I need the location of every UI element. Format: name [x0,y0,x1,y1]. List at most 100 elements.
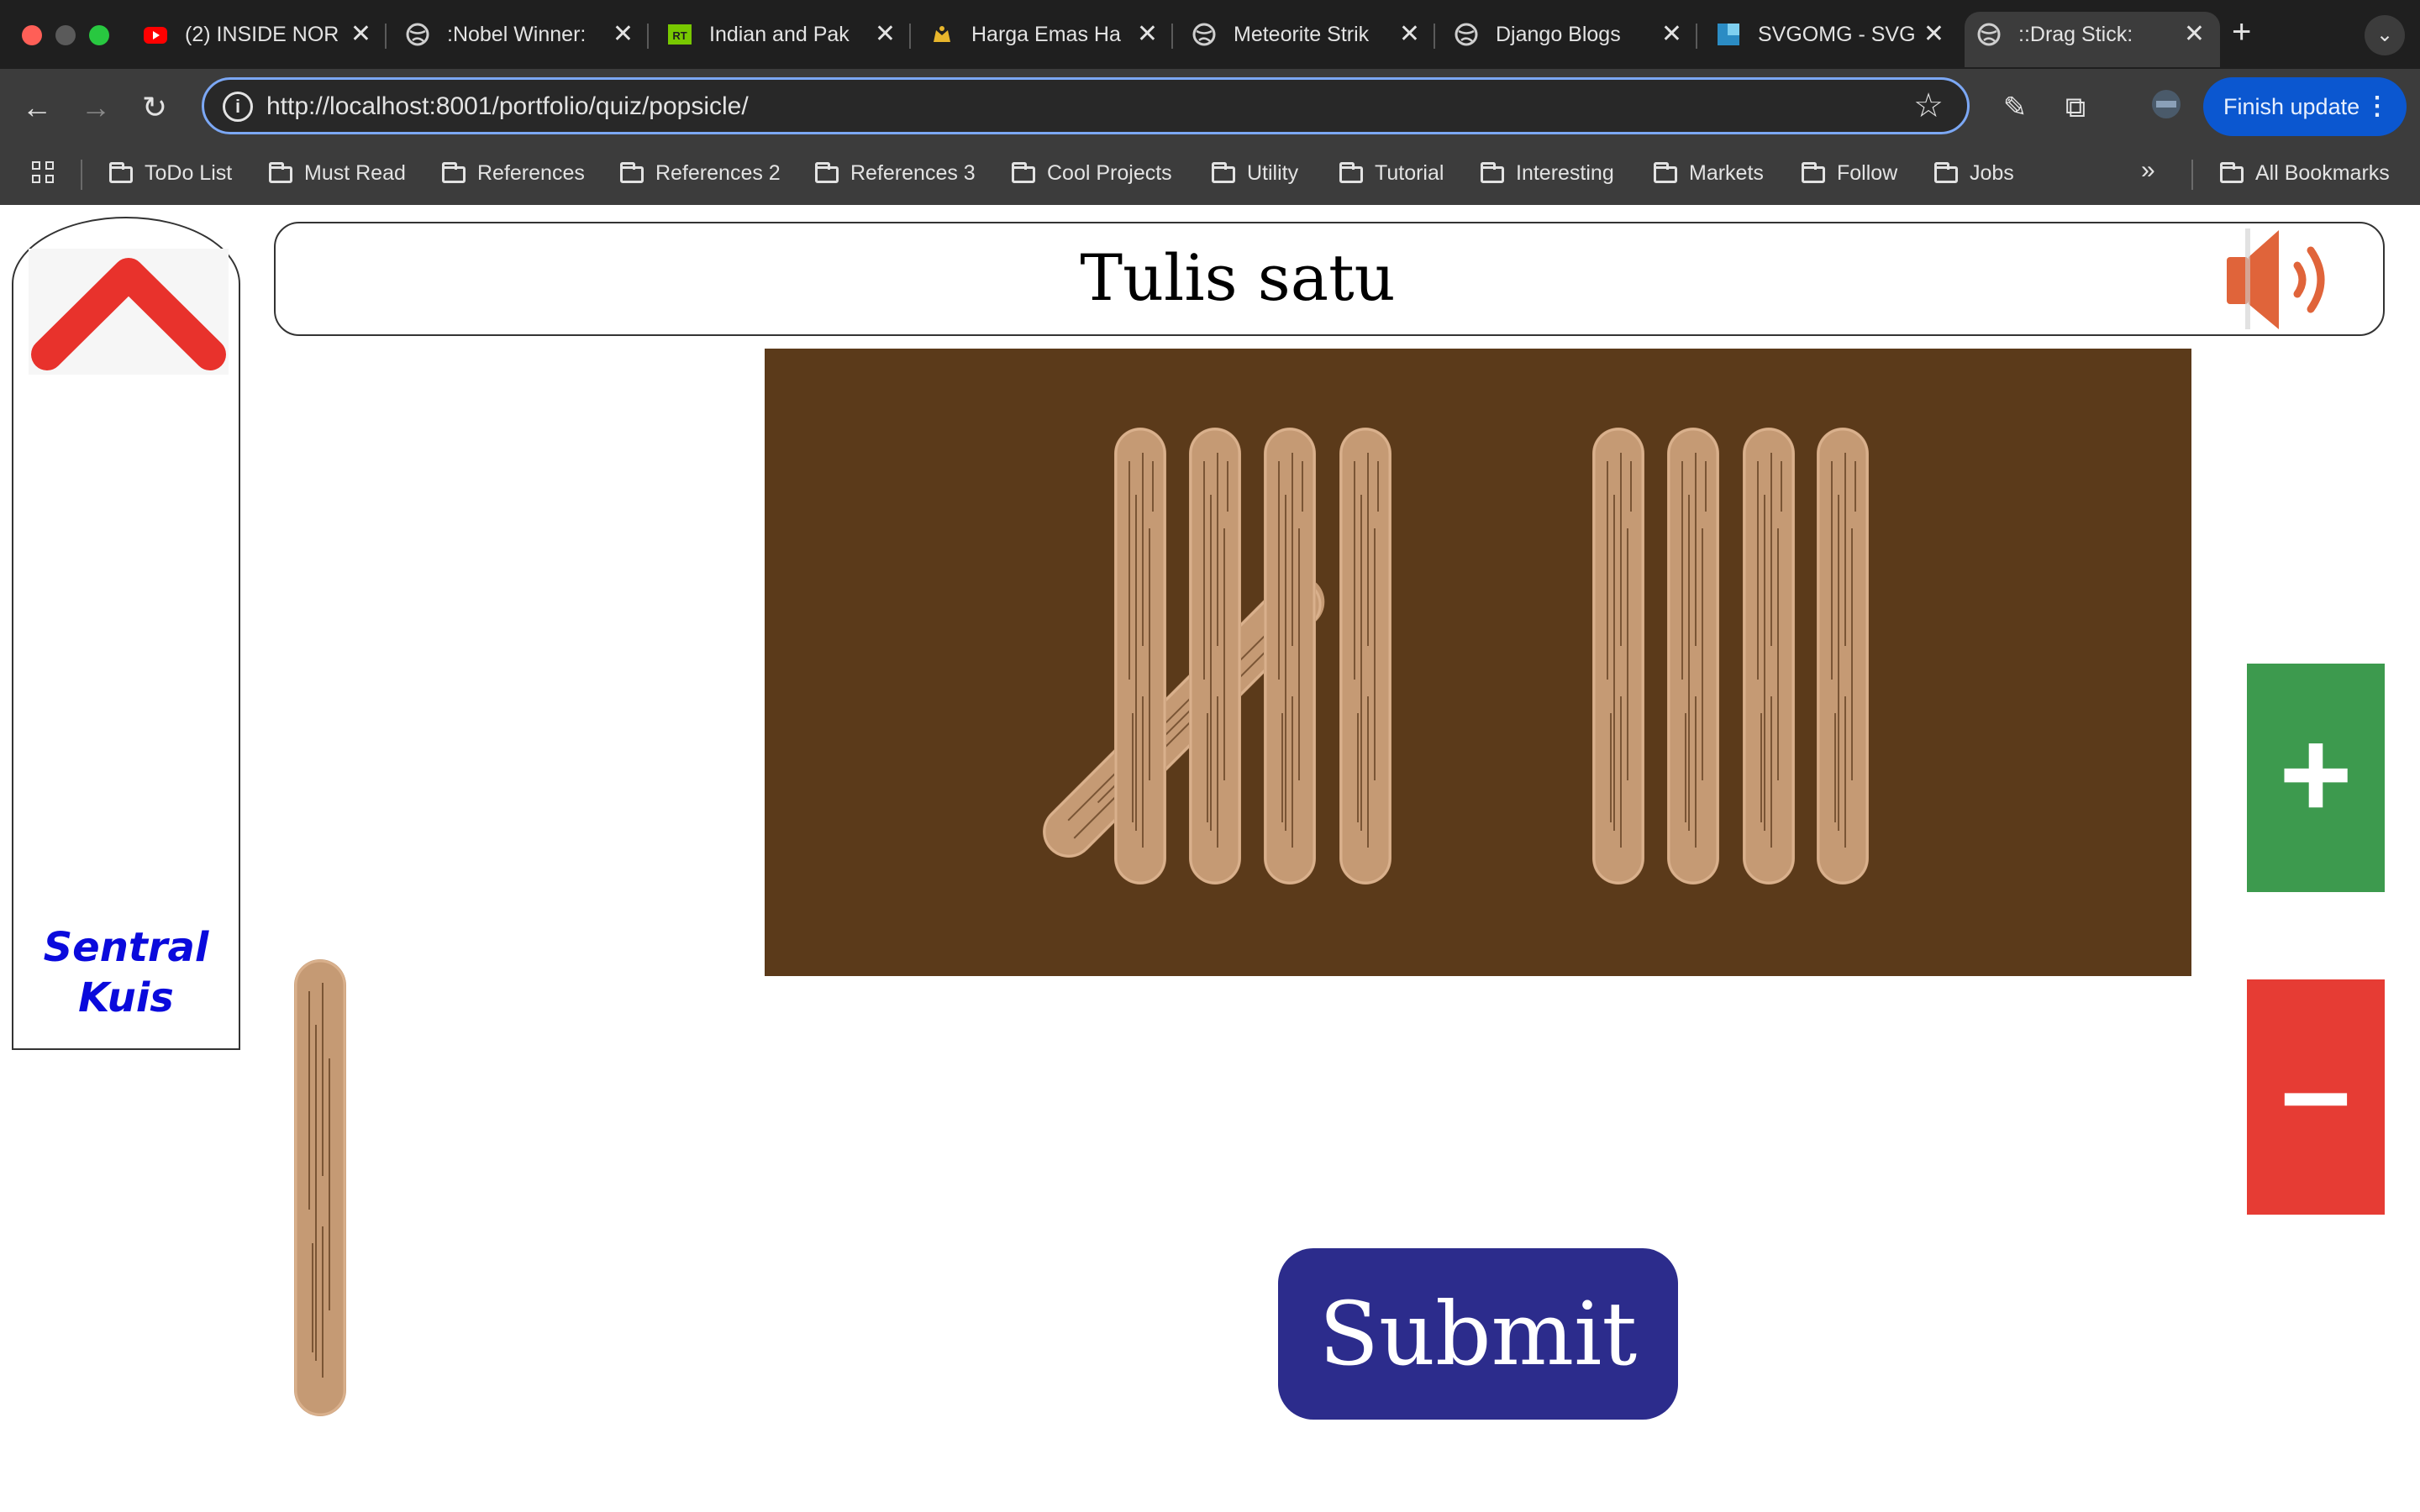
popsicle-stick[interactable] [1262,426,1318,886]
site-info-icon[interactable]: i [223,92,253,122]
bookmark-label: References 2 [655,161,781,185]
bookmark-item[interactable]: Interesting [1481,161,1614,186]
profile-avatar-icon[interactable] [2146,87,2186,128]
submit-button[interactable]: Submit [1278,1248,1678,1420]
bookmark-label: Tutorial [1375,161,1444,185]
browser-tab[interactable]: SVGOMG - SVG ✕ [1704,12,1960,67]
popsicle-stick[interactable] [1113,426,1168,886]
bookmark-label: Follow [1837,161,1898,185]
tab-title: (2) INSIDE NOR [185,23,339,46]
browser-tab[interactable]: Harga Emas Ha ✕ [918,12,1173,67]
bookmark-label: References [477,161,585,185]
globe-icon [406,23,429,46]
browser-tab[interactable]: (2) INSIDE NOR ✕ [131,12,387,67]
bookmark-item[interactable]: Utility [1212,161,1298,186]
folder-icon [1481,162,1504,183]
sidebar-panel: Sentral Kuis [12,217,240,1050]
tab-title: ::Drag Stick: [2018,23,2133,46]
browser-tab[interactable]: Django Blogs ✕ [1442,12,1697,67]
bookmark-item[interactable]: Must Read [269,161,406,186]
add-stick-button[interactable]: + [2247,664,2385,892]
close-tab-icon[interactable]: ✕ [1923,12,1944,57]
logo-line-1: Sentral [43,924,209,971]
rt-icon: RT [668,24,692,45]
draggable-popsicle-stick[interactable] [291,958,350,1418]
browser-tab[interactable]: Meteorite Strik ✕ [1180,12,1435,67]
popsicle-stick[interactable] [1815,426,1870,886]
bookmark-item[interactable]: References 3 [815,161,976,186]
bookmark-label: Utility [1247,161,1299,185]
scroll-up-button[interactable] [29,249,229,375]
close-tab-icon[interactable]: ✕ [2184,12,2205,57]
close-tab-icon[interactable]: ✕ [1137,12,1158,57]
svgomg-icon [1718,24,1739,45]
popsicle-stick[interactable] [1665,426,1721,886]
popsicle-stick[interactable] [1338,426,1393,886]
folder-icon [1339,162,1363,183]
folder-icon [442,162,466,183]
back-arrow-icon[interactable]: ← [17,87,57,128]
tab-search-chevron-icon[interactable]: ⌄ [2365,15,2405,55]
close-window-button[interactable] [22,25,42,45]
bookmark-item[interactable]: ToDo List [109,161,232,186]
folder-icon [815,162,839,183]
url-text[interactable]: http://localhost:8001/portfolio/quiz/pop… [266,92,749,121]
bookmark-item[interactable]: References 2 [620,161,781,186]
apps-grid-icon[interactable] [32,161,57,186]
folder-icon [1802,162,1825,183]
close-tab-icon[interactable]: ✕ [350,12,371,57]
bookmark-item[interactable]: Cool Projects [1012,161,1172,186]
address-bar[interactable]: i http://localhost:8001/portfolio/quiz/p… [202,77,1970,134]
browser-tab[interactable]: RT Indian and Pak ✕ [655,12,911,67]
folder-icon [1212,162,1235,183]
popsicle-stick[interactable] [1187,426,1243,886]
quiz-page: Sentral Kuis Tulis satu + – Submit [0,205,2420,1512]
tab-title: :Nobel Winner: [447,23,587,46]
forward-arrow-icon[interactable]: → [76,87,116,128]
bookmark-item[interactable]: Tutorial [1339,161,1444,186]
bookmark-star-icon[interactable]: ☆ [1913,87,1944,125]
bookmark-item[interactable]: Follow [1802,161,1897,186]
remove-stick-button[interactable]: – [2247,979,2385,1215]
bookmark-label: ToDo List [145,161,233,185]
minimize-window-button[interactable] [55,25,76,45]
folder-icon [1654,162,1677,183]
folder-icon [2220,162,2244,183]
bookmark-label: References 3 [850,161,976,185]
popsicle-stick[interactable] [1741,426,1797,886]
sentral-kuis-logo[interactable]: Sentral Kuis [13,922,239,1023]
bookmark-item[interactable]: Jobs [1934,161,2014,186]
finish-update-button[interactable]: Finish update ⋮ [2203,77,2407,136]
popsicle-stick[interactable] [1591,426,1646,886]
tab-title: SVGOMG - SVG [1758,23,1916,46]
folder-icon [1012,162,1035,183]
browser-chrome: (2) INSIDE NOR ✕ :Nobel Winner: ✕ RT Ind… [0,0,2420,205]
globe-icon [1977,23,2001,46]
stick-board[interactable] [765,349,2191,976]
question-header: Tulis satu [274,222,2385,336]
eyedropper-icon[interactable]: ✎ [1995,87,2035,128]
bookmark-label: All Bookmarks [2255,161,2390,185]
reload-icon[interactable]: ↻ [134,87,175,128]
close-tab-icon[interactable]: ✕ [1661,12,1682,57]
svg-text:RT: RT [672,29,687,42]
browser-tab-active[interactable]: ::Drag Stick: ✕ [1965,12,2220,67]
kebab-menu-icon[interactable]: ⋮ [2365,77,2390,136]
browser-tab[interactable]: :Nobel Winner: ✕ [393,12,649,67]
chevron-up-icon [31,258,226,370]
bookmark-item[interactable]: Markets [1654,161,1764,186]
close-tab-icon[interactable]: ✕ [1399,12,1420,57]
all-bookmarks-item[interactable]: All Bookmarks [2220,161,2390,186]
close-tab-icon[interactable]: ✕ [875,12,896,57]
bookmarks-overflow-icon[interactable]: » [2141,156,2155,185]
close-tab-icon[interactable]: ✕ [613,12,634,57]
browser-toolbar: ← → ↻ i http://localhost:8001/portfolio/… [0,69,2420,146]
folder-icon [269,162,292,183]
speaker-icon[interactable] [2223,227,2349,333]
maximize-window-button[interactable] [89,25,109,45]
extensions-puzzle-icon[interactable]: ⧉ [2055,87,2096,128]
gold-icon [934,26,950,42]
tab-title: Meteorite Strik [1234,23,1370,46]
new-tab-icon[interactable]: + [2232,13,2251,51]
bookmark-item[interactable]: References [442,161,585,186]
